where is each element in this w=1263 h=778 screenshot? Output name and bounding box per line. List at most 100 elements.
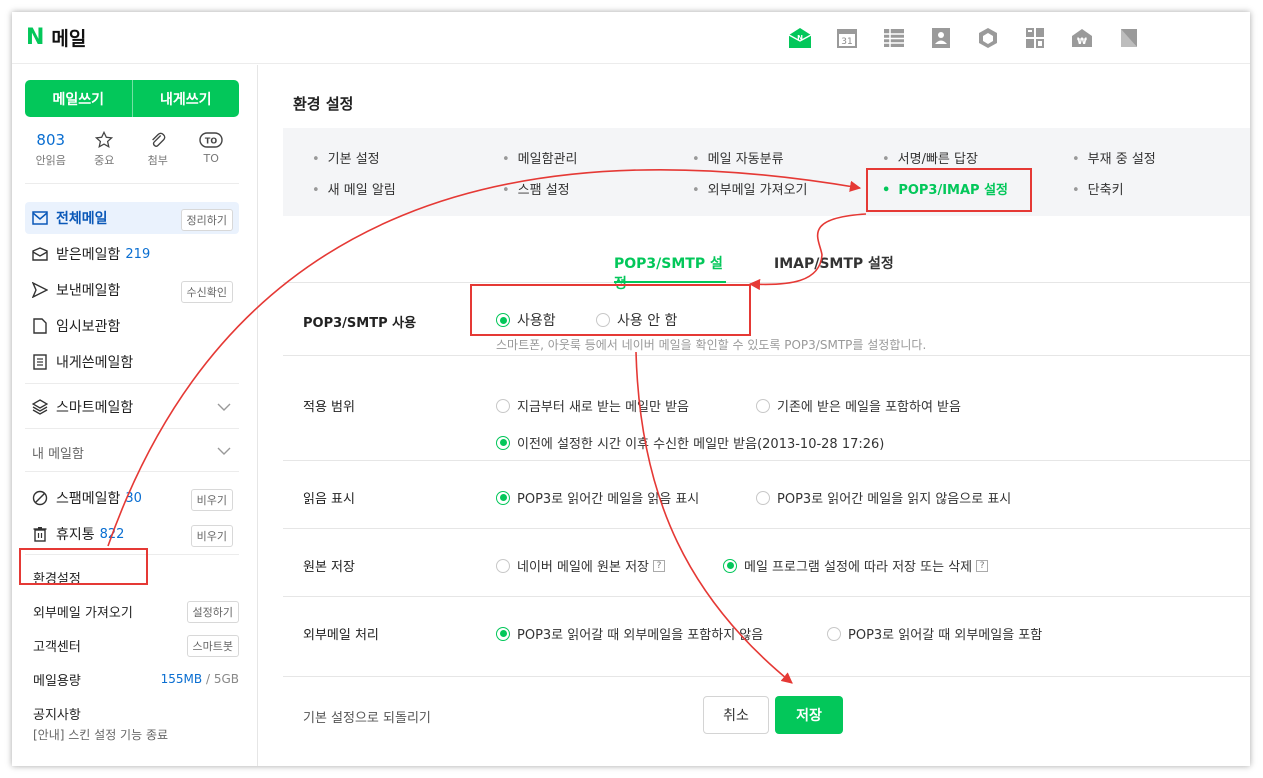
external-mail-label: 외부메일 가져오기	[33, 605, 133, 621]
divider	[25, 471, 239, 472]
calendar-day-text: 31	[841, 37, 852, 47]
smartbot-button[interactable]: 스마트봇	[186, 635, 239, 657]
subnav-external-mail[interactable]: • 외부메일 가져오기	[692, 179, 807, 198]
to-label: TO	[203, 152, 219, 165]
sidebar-item-support[interactable]: 고객센터 스마트봇	[33, 632, 239, 658]
sidebar-item-notice[interactable]: 공지사항	[33, 700, 239, 726]
layers-icon	[32, 399, 48, 415]
smart-mailbox-label: 스마트메일함	[56, 400, 134, 416]
quick-attachment[interactable]: 첨부	[131, 129, 185, 168]
pop3-use-description: 스마트폰, 아웃룩 등에서 네이버 메일을 확인할 수 있도록 POP3/SMT…	[496, 338, 927, 352]
reset-defaults-link[interactable]: 기본 설정으로 되돌리기	[303, 707, 431, 726]
row-external-mail: 외부메일 처리 POP3로 읽어갈 때 외부메일을 포함하지 않음 POP3로 …	[283, 597, 1250, 677]
storage-used: 155MB	[160, 672, 203, 686]
sidebar-item-external-mail[interactable]: 외부메일 가져오기 설정하기	[33, 598, 239, 624]
sidebar-item-inbox[interactable]: 받은메일함 219	[25, 238, 239, 270]
write-to-me-button[interactable]: 내게쓰기	[133, 80, 240, 117]
divider	[25, 383, 239, 384]
note-icon	[32, 354, 48, 370]
paperclip-icon	[131, 129, 185, 151]
contacts-app-icon[interactable]	[929, 26, 953, 50]
pay-app-icon[interactable]: ₩	[1070, 26, 1094, 50]
subnav-signature[interactable]: • 서명/빠른 답장	[882, 148, 978, 167]
cancel-button[interactable]: 취소	[703, 696, 769, 734]
radio-scope-since-time[interactable]: 이전에 설정한 시간 이후 수신한 메일만 받음(2013-10-28 17:2…	[496, 433, 884, 452]
to-icon: TO	[185, 129, 239, 151]
help-icon[interactable]: ?	[976, 559, 989, 572]
sidebar-item-my-mailboxes[interactable]: 내 메일함	[25, 436, 239, 468]
all-mail-label: 전체메일	[56, 211, 108, 227]
notice-text[interactable]: [안내] 스킨 설정 기능 종료	[33, 726, 168, 743]
chevron-down-icon[interactable]	[217, 400, 231, 416]
quick-to[interactable]: TO TO	[185, 129, 239, 168]
organize-button[interactable]: 정리하기	[180, 209, 233, 231]
subnav-auto-sort[interactable]: • 메일 자동분류	[692, 148, 784, 167]
row-pop3-use: POP3/SMTP 사용 사용함 사용 안 함 스마트폰, 아웃룩 등에서 네이…	[283, 284, 1250, 356]
protocol-tabs: POP3/SMTP 설정 IMAP/SMTP 설정	[283, 235, 1250, 292]
subnav-basic[interactable]: • 기본 설정	[312, 148, 380, 167]
divider	[25, 428, 239, 429]
radio-follow-client[interactable]: 메일 프로그램 설정에 따라 저장 또는 삭제?	[723, 556, 989, 575]
sidebar-item-sent[interactable]: 보낸메일함 수신확인	[25, 274, 239, 306]
chevron-down-icon[interactable]	[217, 445, 231, 460]
app-window: N 메일 N 31 ₩ 메일쓰기 내게쓰기 803 안읽음 중요 첨부 TO T…	[12, 12, 1250, 766]
block-icon	[32, 490, 48, 506]
radio-include-external[interactable]: POP3로 읽어갈 때 외부메일을 포함	[827, 624, 1042, 643]
unread-label: 안읽음	[35, 154, 66, 167]
envelope-icon	[32, 210, 48, 226]
write-mail-button[interactable]: 메일쓰기	[25, 80, 132, 117]
subnav-new-mail-alert[interactable]: • 새 메일 알림	[312, 179, 396, 198]
trash-count: 822	[99, 526, 125, 542]
radio-scope-include-old[interactable]: 기존에 받은 메일을 포함하여 받음	[756, 396, 961, 415]
external-setup-button[interactable]: 설정하기	[186, 601, 239, 623]
sidebar-item-spam[interactable]: 스팸메일함 30 비우기	[25, 482, 239, 514]
support-label: 고객센터	[33, 639, 81, 655]
calendar-app-icon[interactable]: 31	[835, 26, 859, 50]
bookmark-app-icon[interactable]	[1117, 26, 1141, 50]
quick-important[interactable]: 중요	[78, 129, 132, 168]
subnav-absence[interactable]: • 부재 중 설정	[1072, 148, 1156, 167]
storage-label: 메일용량	[33, 673, 81, 689]
sidebar-item-smart-mailbox[interactable]: 스마트메일함	[25, 391, 239, 423]
tab-imap-smtp[interactable]: IMAP/SMTP 설정	[774, 253, 894, 283]
quick-filters: 803 안읽음 중요 첨부 TO TO	[24, 129, 238, 168]
radio-read-mark[interactable]: POP3로 읽어간 메일을 읽음 표시	[496, 488, 699, 507]
storage-usage: 155MB / 5GB	[161, 672, 239, 686]
naver-mail-logo[interactable]: N 메일	[26, 24, 86, 51]
box-app-icon[interactable]	[976, 26, 1000, 50]
subnav-spam[interactable]: • 스팸 설정	[502, 179, 570, 198]
drafts-label: 임시보관함	[56, 319, 121, 335]
sidebar-item-to-me[interactable]: 내게쓴메일함	[25, 346, 239, 378]
radio-exclude-external[interactable]: POP3로 읽어갈 때 외부메일을 포함하지 않음	[496, 624, 763, 643]
spam-label: 스팸메일함	[56, 491, 121, 507]
radio-keep-original[interactable]: 네이버 메일에 원본 저장?	[496, 556, 665, 575]
tab-pop3-smtp[interactable]: POP3/SMTP 설정	[614, 253, 726, 292]
help-icon[interactable]: ?	[653, 559, 665, 572]
sidebar-item-drafts[interactable]: 임시보관함	[25, 310, 239, 342]
empty-spam-button[interactable]: 비우기	[190, 489, 233, 511]
trash-label: 휴지통	[56, 527, 95, 543]
save-button[interactable]: 저장	[775, 696, 843, 734]
memo-app-icon[interactable]	[1023, 26, 1047, 50]
divider	[25, 183, 239, 184]
unread-count: 803	[36, 131, 66, 149]
svg-text:₩: ₩	[1077, 37, 1087, 47]
mail-app-icon[interactable]: N	[788, 26, 812, 50]
svg-text:TO: TO	[205, 137, 217, 146]
read-receipt-button[interactable]: 수신확인	[180, 281, 233, 303]
scope-label: 적용 범위	[303, 400, 355, 415]
radio-read-unread[interactable]: POP3로 읽어간 메일을 읽지 않음으로 표시	[756, 488, 1011, 507]
subnav-shortcuts[interactable]: • 단축키	[1072, 179, 1124, 198]
sidebar-item-trash[interactable]: 휴지통 822 비우기	[25, 518, 239, 550]
empty-trash-button[interactable]: 비우기	[190, 525, 233, 547]
svg-text:N: N	[797, 34, 803, 42]
subnav-mailbox-manage[interactable]: • 메일함관리	[502, 148, 577, 167]
write-bar: 메일쓰기 내게쓰기	[25, 80, 239, 117]
settings-main: 환경 설정 • 기본 설정 • 메일함관리 • 메일 자동분류 • 서명/빠른 답장 •…	[259, 65, 1250, 766]
row-read-mark: 읽음 표시 POP3로 읽어간 메일을 읽음 표시 POP3로 읽어간 메일을 …	[283, 461, 1250, 529]
radio-scope-new-only[interactable]: 지금부터 새로 받는 메일만 받음	[496, 396, 689, 415]
quick-unread[interactable]: 803 안읽음	[24, 129, 78, 168]
list-app-icon[interactable]	[882, 26, 906, 50]
inbox-label: 받은메일함	[56, 247, 121, 263]
sidebar-item-all-mail[interactable]: 전체메일 정리하기	[25, 202, 239, 234]
